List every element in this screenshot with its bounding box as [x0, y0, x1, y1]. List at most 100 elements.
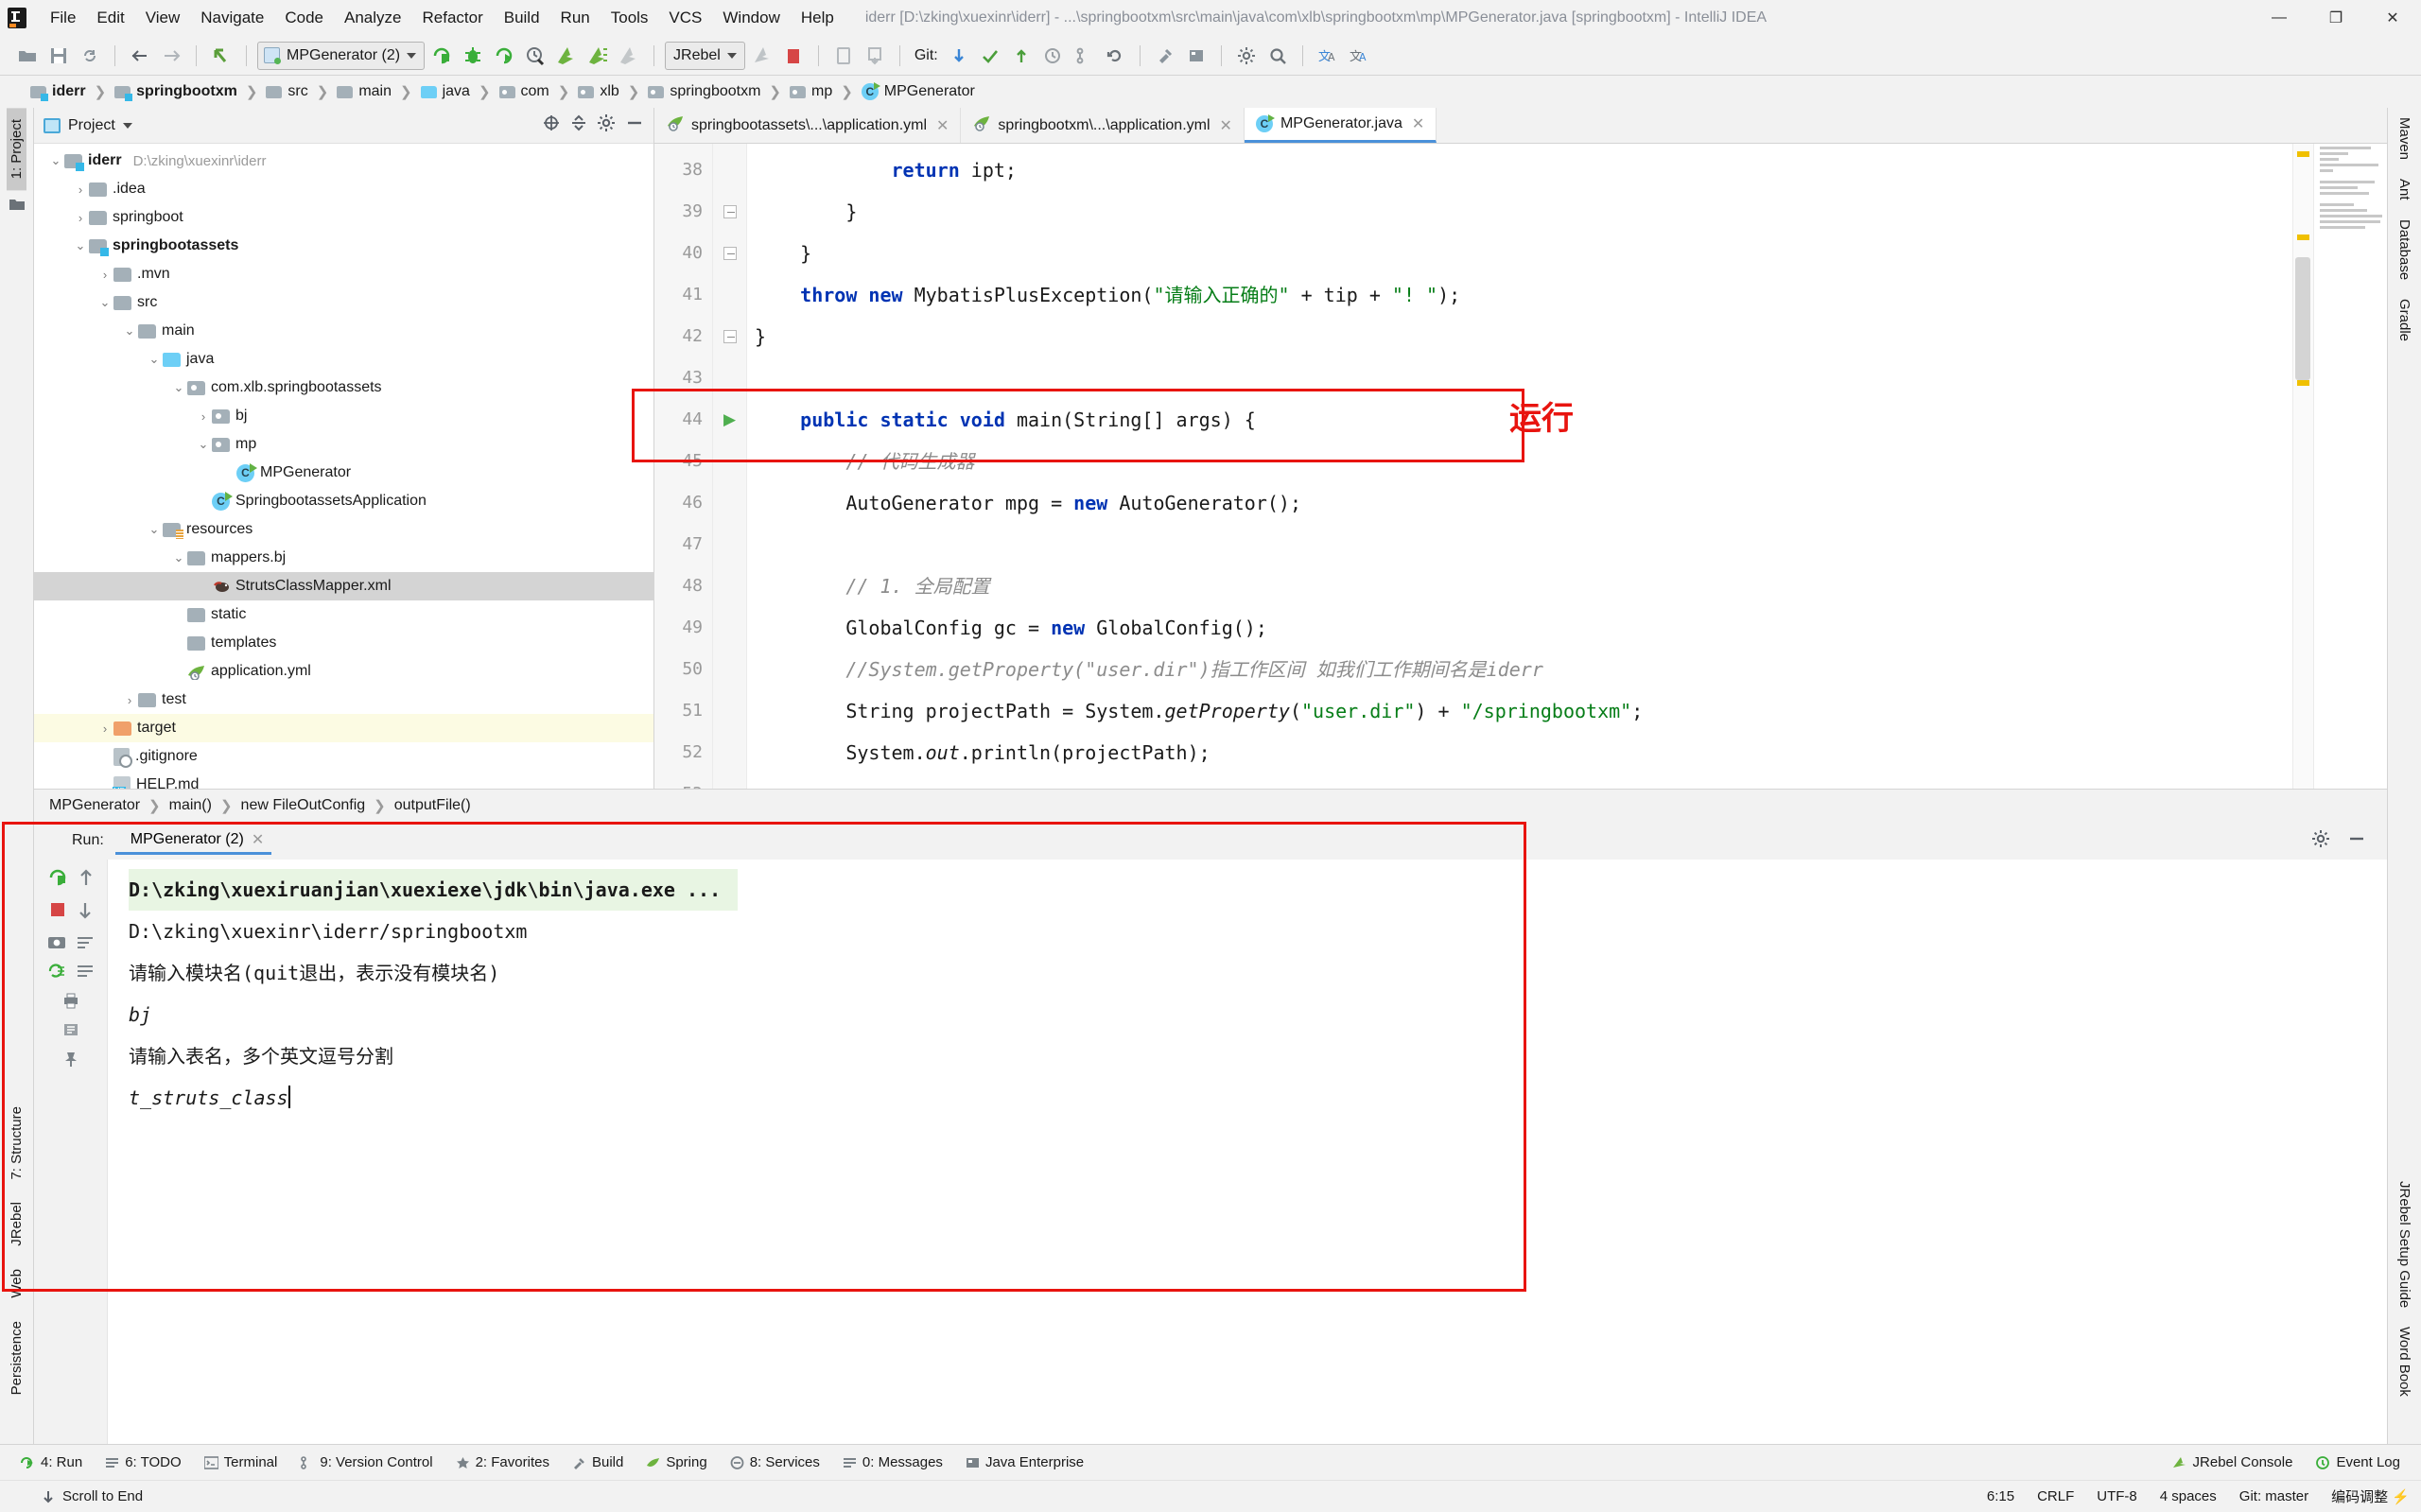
menu-refactor[interactable]: Refactor [411, 6, 493, 30]
run-tab-mpgenerator[interactable]: MPGenerator (2) ✕ [115, 827, 271, 855]
tree-node-mp[interactable]: ⌄mp [34, 430, 653, 459]
status-item-todo[interactable]: 6: TODO [94, 1451, 192, 1473]
jrebel-action-icon[interactable] [748, 42, 776, 70]
jrebel-debug-icon[interactable] [583, 42, 612, 70]
status-item-run[interactable]: 4: Run [9, 1451, 94, 1473]
menu-code[interactable]: Code [274, 6, 334, 30]
editor-tab-springbootassets-application-yml[interactable]: springbootassets\...\application.yml ✕ [654, 108, 961, 143]
tree-node-springbootassets[interactable]: ⌄springbootassets [34, 232, 653, 260]
project-view-chevron-icon[interactable] [123, 123, 132, 129]
close-icon[interactable]: ✕ [1220, 116, 1232, 135]
jrebel-selector[interactable]: JRebel [665, 42, 745, 70]
tool-window-web[interactable]: Web [7, 1258, 26, 1310]
breadcrumb-item-mpgenerator[interactable]: CMPGenerator [858, 81, 979, 102]
tree-expand-arrow[interactable]: ⌄ [72, 238, 89, 253]
editor-minimap[interactable] [2313, 144, 2387, 789]
breadcrumb-item-iderr[interactable]: iderr [26, 81, 90, 102]
code-line[interactable] [747, 524, 2292, 565]
git-branch-icon[interactable] [1070, 42, 1098, 70]
tree-expand-arrow[interactable]: ⌄ [146, 522, 163, 537]
tree-node--gitignore[interactable]: .gitignore [34, 742, 653, 771]
search-icon[interactable] [1263, 42, 1292, 70]
close-icon[interactable]: ✕ [936, 116, 949, 135]
tree-expand-arrow[interactable]: ⌄ [47, 153, 64, 168]
hide-panel-icon[interactable] [625, 113, 644, 137]
breadcrumb-item-src[interactable]: src [262, 81, 311, 102]
translate-icon[interactable]: 文A [1314, 42, 1342, 70]
breadcrumb-item-mp[interactable]: mp [786, 81, 836, 102]
profile-icon[interactable] [521, 42, 549, 70]
tree-node-springboot[interactable]: ›springboot [34, 203, 653, 232]
menu-help[interactable]: Help [791, 6, 845, 30]
code-line[interactable]: // 代码生成器 [747, 441, 2292, 482]
code-line[interactable]: } [747, 233, 2292, 274]
tree-expand-arrow[interactable]: ⌄ [170, 380, 187, 395]
code-line[interactable]: // 1. 全局配置 [747, 565, 2292, 607]
tool-window-persistence[interactable]: Persistence [7, 1310, 26, 1406]
tree-expand-arrow[interactable]: ⌄ [121, 323, 138, 339]
tool-window-ant[interactable]: Ant [2396, 169, 2412, 210]
menu-file[interactable]: File [40, 6, 86, 30]
status-item-services[interactable]: 8: Services [719, 1451, 831, 1473]
caret-position[interactable]: 6:15 [1976, 1486, 2026, 1507]
breadcrumb-item-java[interactable]: java [417, 81, 474, 102]
tree-node-application-yml[interactable]: application.yml [34, 657, 653, 686]
open-project-icon[interactable] [13, 42, 42, 70]
close-icon[interactable]: ✕ [1412, 114, 1424, 133]
stop-button-icon[interactable] [779, 42, 808, 70]
run-button-icon[interactable] [427, 42, 456, 70]
tree-expand-arrow[interactable]: › [72, 211, 89, 225]
tree-node-templates[interactable]: templates [34, 629, 653, 657]
code-line[interactable]: return ipt; [747, 149, 2292, 191]
breadcrumb-item-main[interactable]: main [333, 81, 395, 102]
forward-arrow-icon[interactable] [157, 42, 185, 70]
code-line[interactable]: throw new MybatisPlusException("请输入正确的" … [747, 274, 2292, 316]
tree-expand-arrow[interactable]: › [121, 693, 138, 707]
tree-expand-arrow[interactable]: › [72, 182, 89, 197]
tool-window-database[interactable]: Database [2396, 210, 2412, 289]
scroll-up-icon[interactable] [78, 867, 95, 893]
code-line[interactable]: String projectPath = System.getProperty(… [747, 690, 2292, 732]
git-update-icon[interactable] [945, 42, 973, 70]
settings-gear-icon[interactable] [1232, 42, 1261, 70]
editor-tab-springbootxm-application-yml[interactable]: springbootxm\...\application.yml ✕ [961, 108, 1245, 143]
tree-node-static[interactable]: static [34, 600, 653, 629]
status-item-event-log[interactable]: Event Log [2304, 1451, 2412, 1473]
editor-tab-mpgenerator-java[interactable]: C MPGenerator.java ✕ [1245, 108, 1437, 143]
run-with-coverage-icon[interactable] [490, 42, 518, 70]
build-hammer-icon[interactable] [1151, 42, 1179, 70]
code-line[interactable]: //System.getProperty("user.dir")指工作区间 如我… [747, 649, 2292, 690]
tree-expand-arrow[interactable]: › [96, 268, 113, 282]
save-all-icon[interactable] [44, 42, 73, 70]
close-button[interactable]: ✕ [2364, 0, 2421, 36]
tree-node-resources[interactable]: ⌄resources [34, 515, 653, 544]
status-item-spring[interactable]: Spring [635, 1451, 718, 1473]
jrebel-disabled-icon[interactable] [615, 42, 643, 70]
update-project-icon[interactable] [829, 42, 858, 70]
indent-setting[interactable]: 4 spaces [2149, 1486, 2228, 1507]
code-line[interactable] [747, 773, 2292, 789]
align-icon[interactable] [76, 963, 95, 984]
database-icon[interactable] [1182, 42, 1210, 70]
run-gutter-icon[interactable]: ▶ [713, 399, 746, 441]
git-revert-icon[interactable] [1101, 42, 1129, 70]
editor-scrollbar[interactable] [2292, 144, 2313, 789]
sync-refresh-icon[interactable] [76, 42, 104, 70]
tree-node-springbootassetsapplication[interactable]: CSpringbootassetsApplication [34, 487, 653, 515]
run-configuration-selector[interactable]: MPGenerator (2) [257, 42, 425, 70]
collapse-all-icon[interactable] [570, 113, 587, 137]
file-encoding[interactable]: UTF-8 [2085, 1486, 2149, 1507]
tree-expand-arrow[interactable]: ⌄ [96, 295, 113, 310]
scroll-from-source-icon[interactable] [542, 113, 561, 137]
code-folding-column[interactable]: ▶ [713, 144, 747, 789]
status-item-build[interactable]: Build [561, 1451, 635, 1473]
tree-expand-arrow[interactable]: ⌄ [195, 437, 212, 452]
console-output[interactable]: D:\zking\xuexiruanjian\xuexiexe\jdk\bin\… [108, 860, 2387, 1444]
breadcrumb-item-com[interactable]: com [496, 81, 553, 102]
tree-node-java[interactable]: ⌄java [34, 345, 653, 374]
translate-alt-icon[interactable]: 文A [1345, 42, 1373, 70]
tree-node--mvn[interactable]: ›.mvn [34, 260, 653, 288]
jrebel-run-icon[interactable] [552, 42, 581, 70]
tree-node-strutsclassmapper-xml[interactable]: StrutsClassMapper.xml [34, 572, 653, 600]
status-item-java-enterprise[interactable]: Java Enterprise [954, 1451, 1095, 1473]
